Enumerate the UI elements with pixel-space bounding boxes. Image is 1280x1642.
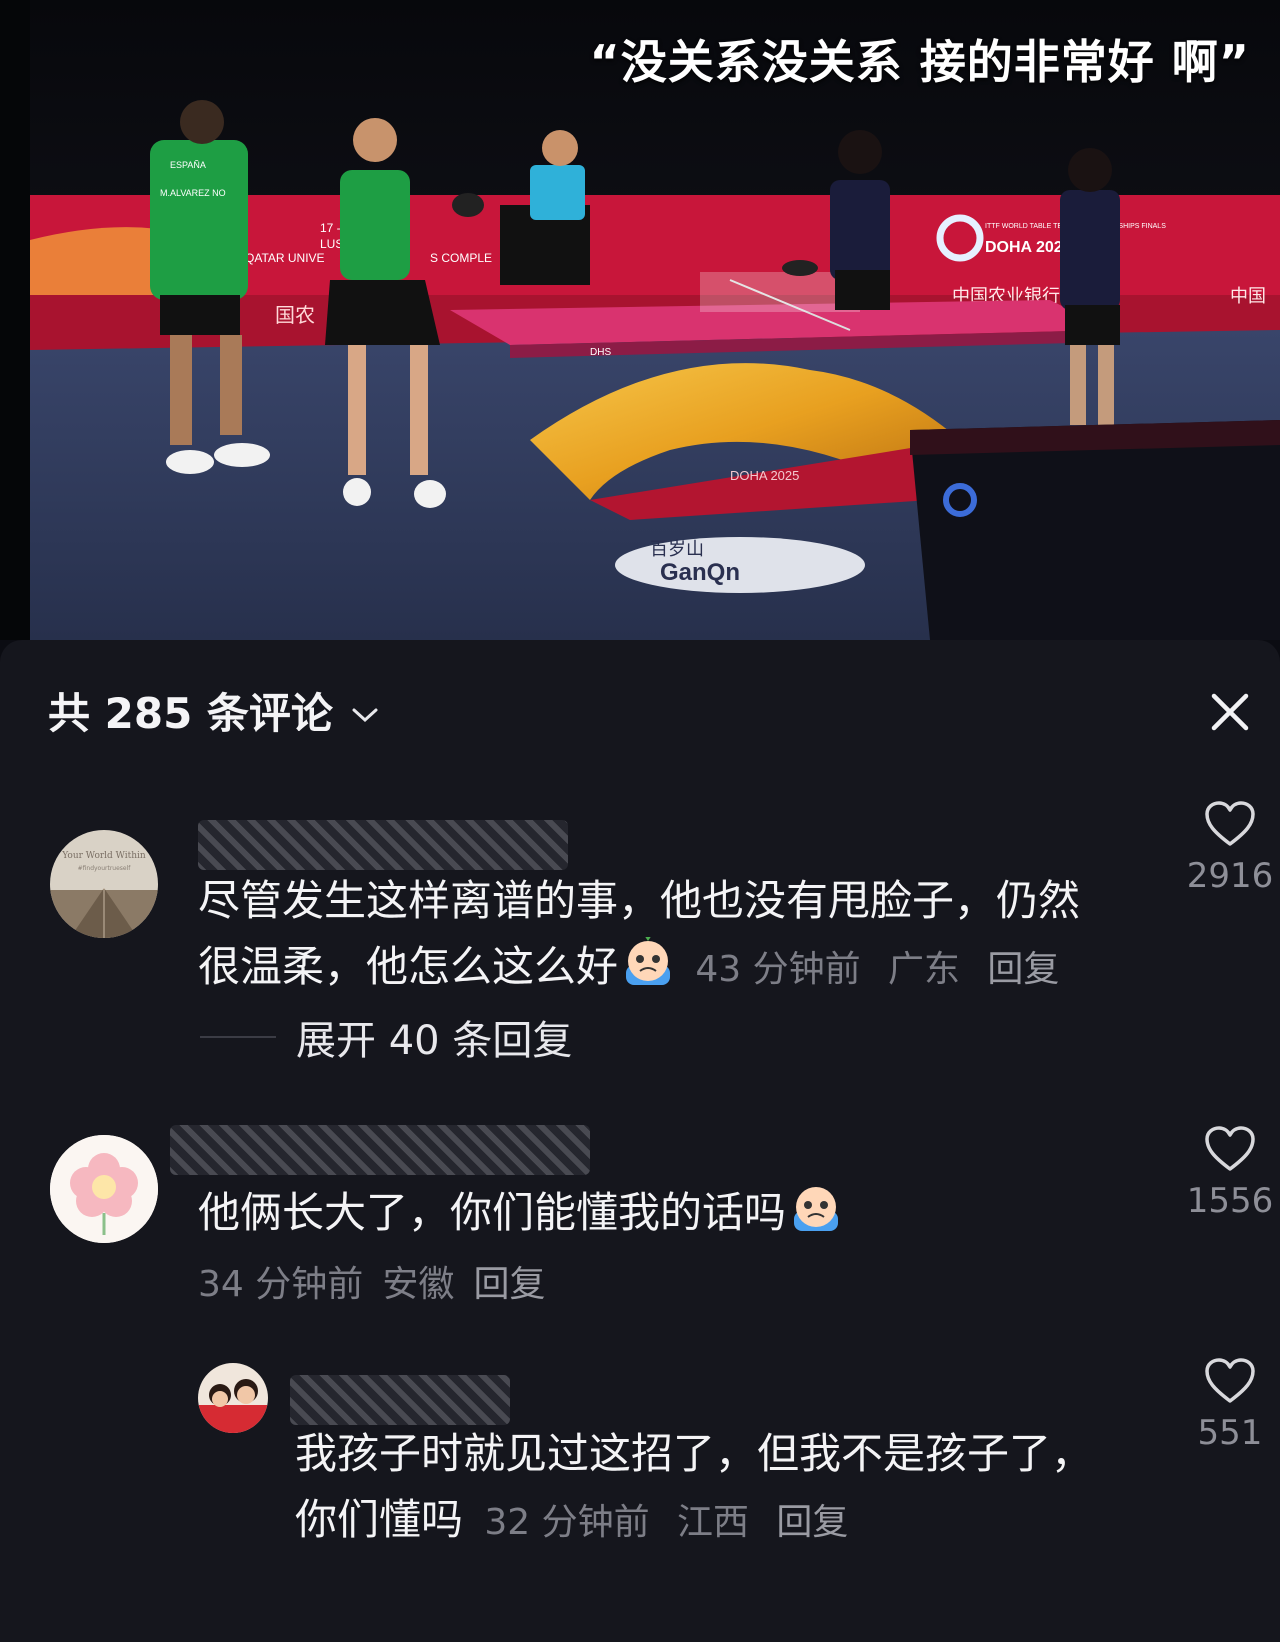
like-count: 2916 (1186, 856, 1274, 896)
like-button[interactable]: 2916 (1180, 800, 1280, 896)
bank-ad-left: 国农 (275, 303, 315, 327)
heart-outline-icon (1205, 1358, 1255, 1403)
comment-time: 43 分钟前 (695, 949, 861, 990)
comment-count-dropdown[interactable]: 共 285 条评论 (48, 680, 379, 741)
banner-date-text: 17 - (320, 221, 341, 235)
floor-logo-top: 百岁山 (650, 539, 704, 560)
banner-venue-text-2: QATAR UNIVE (245, 251, 325, 265)
like-count: 1556 (1186, 1181, 1274, 1221)
table-brand-text: DHS (590, 347, 611, 358)
avatar[interactable] (50, 1135, 158, 1243)
shirt-text-a: ESPAÑA (170, 160, 206, 170)
video-letterbox (0, 0, 30, 640)
crying-face-emoji-icon (622, 935, 674, 989)
reply-button[interactable]: 回复 (987, 949, 1059, 990)
comment-count-label: 共 285 条评论 (48, 689, 333, 738)
banner-venue-text: LUS (320, 237, 343, 251)
comment-text: 他俩长大了，你们能懂我的话吗 (198, 1180, 1138, 1246)
shirt-text-b: M.ALVAREZ NO (160, 188, 226, 198)
comment-sheet-header: 共 285 条评论 (0, 640, 1280, 780)
like-button[interactable]: 551 (1180, 1357, 1280, 1453)
bank-ad-far: 中国 (1230, 286, 1266, 307)
close-icon[interactable] (1206, 688, 1254, 736)
comment-meta: 34 分钟前 安徽 回复 (198, 1255, 545, 1307)
comment-text-line: 尽管发生这样离谱的事，他也没有甩脸子，仍然 (198, 876, 1081, 925)
reply-button[interactable]: 回复 (473, 1264, 545, 1305)
reply-button[interactable]: 回复 (776, 1502, 848, 1543)
username-redacted[interactable] (198, 820, 568, 870)
divider-line (200, 1036, 276, 1038)
comment-text-line: 很温柔，他怎么这么好 (198, 942, 619, 991)
comment-sheet: 共 285 条评论 Your World Within #findyourtru… (0, 640, 1280, 1642)
avatar-caption-sub: #findyourtrueself (78, 865, 132, 872)
heart-outline-icon (1205, 801, 1255, 846)
reply-item: 我孩子时就见过这招了，但我不是孩子了， 你们懂吗 32 分钟前 江西 回复 55… (0, 1345, 1280, 1635)
table-base-text: DOHA 2025 (730, 468, 799, 483)
comment-location: 安徽 (382, 1264, 455, 1305)
expand-replies-button[interactable]: 展开 40 条回复 (200, 1008, 572, 1066)
chevron-down-icon (351, 686, 379, 735)
comment-text: 尽管发生这样离谱的事，他也没有甩脸子，仍然 很温柔，他怎么这么好 43 分钟前 … (198, 868, 1138, 1003)
comment-time: 34 分钟前 (198, 1264, 364, 1305)
comment-text-line: 我孩子时就见过这招了，但我不是孩子了， (295, 1429, 1094, 1478)
heart-outline-icon (1205, 1126, 1255, 1171)
like-count: 551 (1197, 1413, 1263, 1453)
comment-location: 江西 (677, 1502, 750, 1543)
video-player[interactable]: 17 - LUS QATAR UNIVE S COMPLE ITTF WORLD… (0, 0, 1280, 640)
comment-text-line: 你们懂吗 (295, 1495, 464, 1544)
username-redacted[interactable] (290, 1375, 510, 1425)
crying-face-emoji-icon (790, 1183, 842, 1235)
avatar[interactable]: Your World Within #findyourtrueself (50, 830, 158, 938)
video-frame: 17 - LUS QATAR UNIVE S COMPLE ITTF WORLD… (30, 0, 1280, 640)
video-caption: “没关系没关系 接的非常好 啊” (589, 35, 1250, 89)
match-scene-image: 17 - LUS QATAR UNIVE S COMPLE ITTF WORLD… (30, 0, 1280, 640)
expand-replies-label: 展开 40 条回复 (296, 1018, 573, 1064)
avatar[interactable] (198, 1363, 268, 1433)
comment-text: 我孩子时就见过这招了，但我不是孩子了， 你们懂吗 32 分钟前 江西 回复 (295, 1421, 1145, 1556)
floor-logo-bottom: GanQn (660, 559, 740, 586)
like-button[interactable]: 1556 (1180, 1125, 1280, 1221)
banner-venue-text-3: S COMPLE (430, 251, 492, 265)
wttc-logo-text: DOHA 2025 (985, 239, 1072, 256)
avatar-caption: Your World Within (61, 851, 146, 861)
comment-time: 32 分钟前 (484, 1502, 650, 1543)
comment-location: 广东 (888, 949, 961, 990)
comment-item: Your World Within #findyourtrueself 尽管发生… (0, 780, 1280, 1110)
comment-text-line: 他俩长大了，你们能懂我的话吗 (198, 1188, 787, 1237)
username-redacted[interactable] (170, 1125, 590, 1175)
comment-item: 他俩长大了，你们能懂我的话吗 34 分钟前 安徽 回复 1556 (0, 1125, 1280, 1335)
